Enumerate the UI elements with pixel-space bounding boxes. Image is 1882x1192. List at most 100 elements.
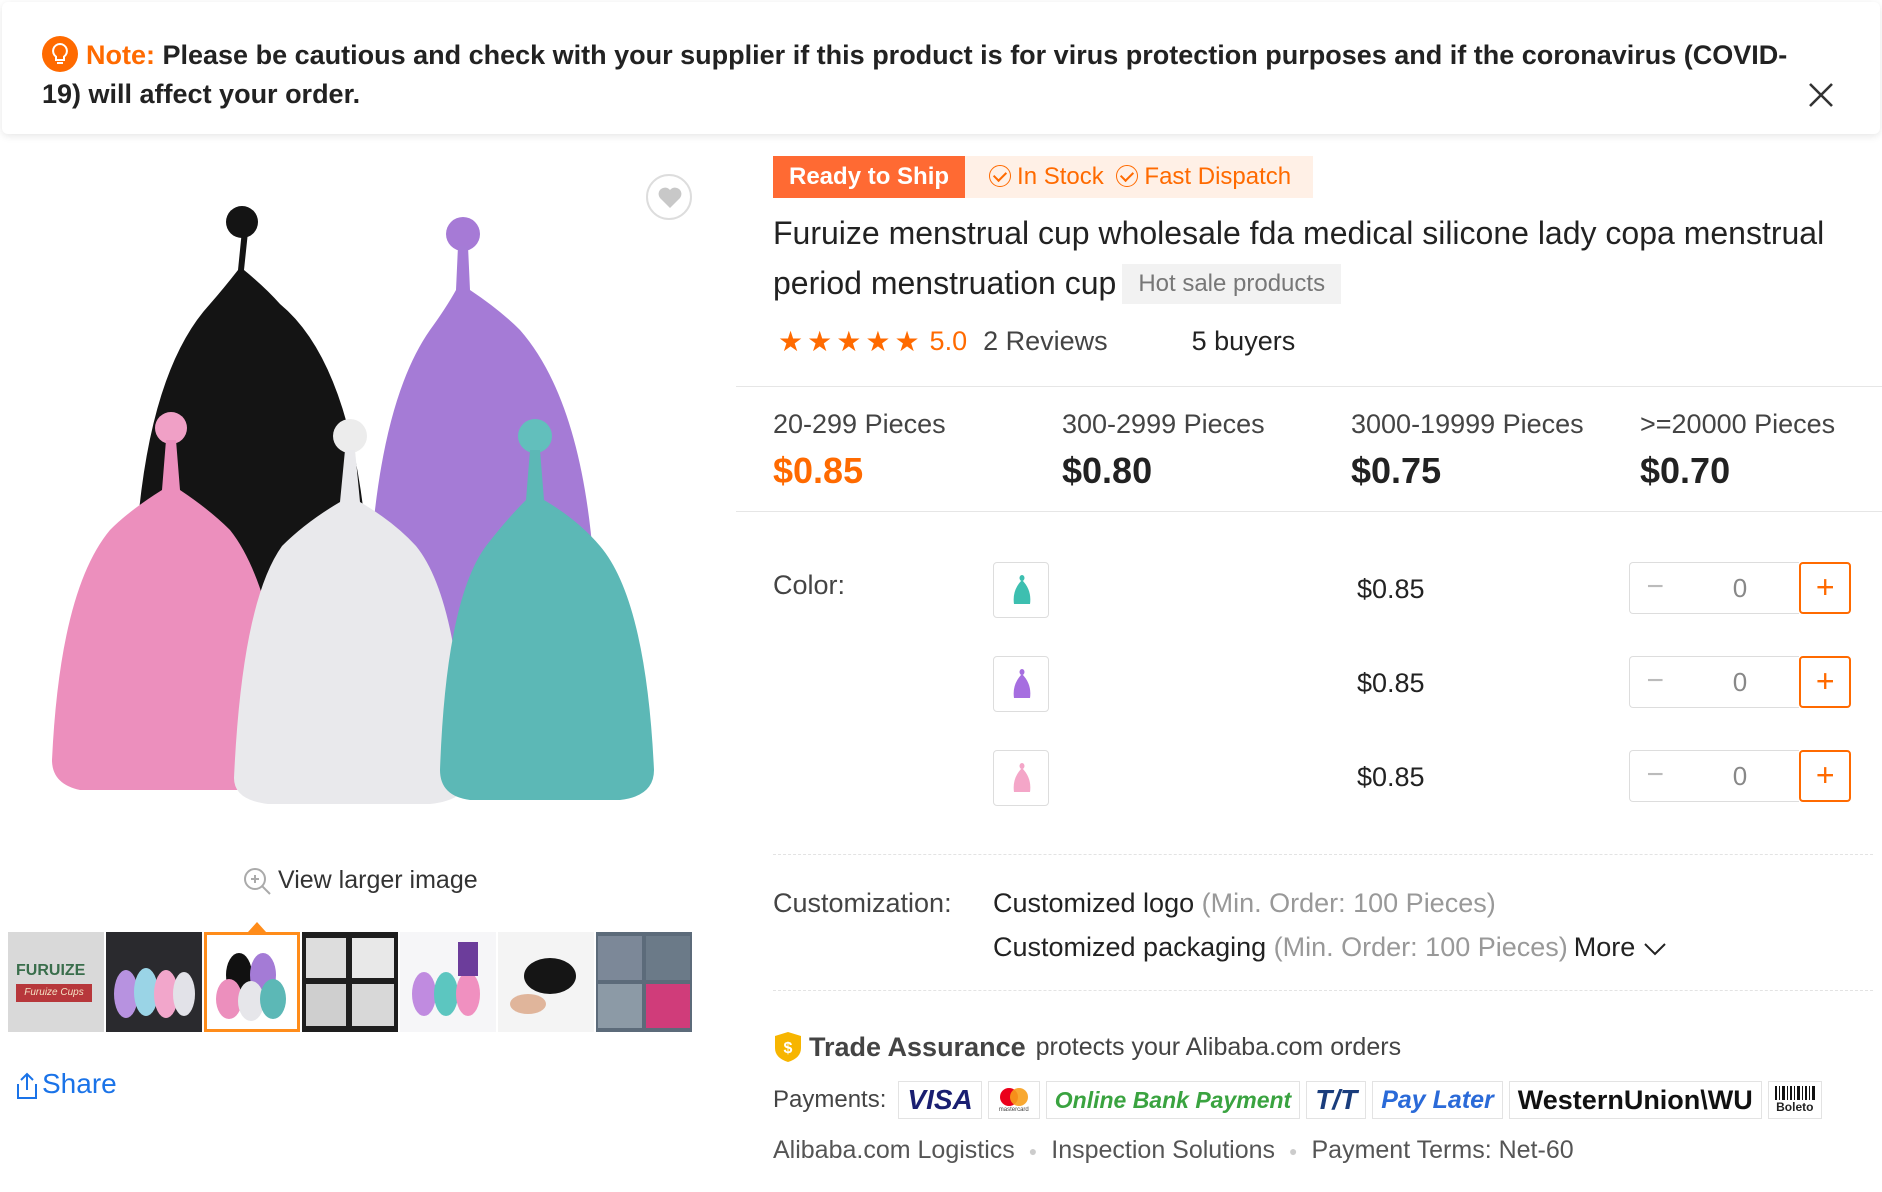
view-larger-link[interactable]: View larger image — [242, 866, 478, 896]
fast-dispatch-label: Fast Dispatch — [1144, 163, 1292, 190]
increase-button[interactable]: + — [1799, 562, 1851, 614]
customization-label: Customization: — [773, 888, 952, 918]
zoom-in-icon — [244, 868, 271, 896]
payment-terms-link[interactable]: Payment Terms: Net-60 — [1312, 1136, 1574, 1165]
custom-logo-option: Customized logo (Min. Order: 100 Pieces) — [993, 888, 1496, 919]
quantity-stepper: − 0 + — [1629, 656, 1851, 708]
western-union-text: WesternUnion\WU — [1517, 1084, 1753, 1115]
more-button[interactable]: More — [1574, 932, 1667, 962]
trade-assurance-text: protects your Alibaba.com orders — [1035, 1032, 1402, 1061]
tier-quantity: 3000-19999 Pieces — [1351, 409, 1584, 439]
svg-text:$: $ — [784, 1040, 793, 1057]
service-links: Alibaba.com Logistics ● Inspection Solut… — [773, 1136, 1574, 1165]
custom-logo-min-order: (Min. Order: 100 Pieces) — [1194, 888, 1496, 918]
quantity-stepper: − 0 + — [1629, 750, 1851, 802]
tier-price: $0.80 — [1062, 450, 1153, 491]
main-product-image[interactable] — [30, 170, 710, 850]
share-button[interactable]: Share — [14, 1068, 117, 1100]
star-icon: ★ — [894, 325, 920, 357]
visa-text: VISA — [907, 1084, 973, 1115]
thumbnail-strip: FURUIZE Furuize Cups — [8, 932, 704, 1034]
star-icon: ★ — [836, 325, 862, 357]
variant-row: $0.85 − 0 + — [993, 562, 1873, 618]
mastercard-text: mastercard — [998, 1107, 1029, 1113]
ready-to-ship-badge: Ready to Ship — [773, 156, 966, 198]
note-message: Please be cautious and check with your s… — [42, 40, 1788, 109]
divider — [773, 854, 1873, 855]
divider — [773, 990, 1873, 991]
close-icon[interactable] — [1806, 80, 1836, 110]
thumbnail-2[interactable] — [106, 932, 202, 1032]
tier-quantity: 300-2999 Pieces — [1062, 409, 1265, 439]
tier-quantity: 20-299 Pieces — [773, 409, 946, 439]
favorite-button[interactable] — [646, 174, 692, 220]
thumbnail-pointer — [248, 922, 266, 932]
share-label: Share — [42, 1068, 117, 1099]
separator-dot: ● — [1028, 1142, 1038, 1159]
view-larger-label: View larger image — [278, 866, 478, 894]
hot-sale-tag[interactable]: Hot sale products — [1122, 263, 1342, 304]
thumbnail-3[interactable] — [204, 932, 300, 1032]
quantity-input[interactable]: 0 — [1680, 750, 1800, 802]
note-label: Note: — [86, 40, 155, 70]
tier-price: $0.85 — [773, 450, 864, 491]
payments-label: Payments: — [773, 1086, 887, 1113]
shipping-badges: Ready to Ship In Stock Fast Dispatch — [773, 156, 1314, 198]
thumbnail-4[interactable] — [302, 932, 398, 1032]
quantity-input[interactable]: 0 — [1680, 656, 1800, 708]
check-circle-icon — [989, 164, 1012, 187]
tier-quantity: >=20000 Pieces — [1640, 409, 1836, 439]
price-tier: 20-299 Pieces $0.85 — [773, 409, 946, 492]
variant-row: $0.85 − 0 + — [993, 750, 1873, 806]
more-label: More — [1573, 932, 1636, 962]
online-bank-payment-text: Online Bank Payment — [1054, 1086, 1292, 1113]
in-stock-label: In Stock — [1017, 163, 1104, 190]
boleto-logo: Boleto — [1767, 1081, 1822, 1119]
chevron-down-icon — [1644, 943, 1666, 956]
increase-button[interactable]: + — [1799, 750, 1851, 802]
variant-price: $0.85 — [1357, 574, 1425, 604]
western-union-logo: WesternUnion\WU — [1508, 1081, 1762, 1119]
product-title: Furuize menstrual cup wholesale fda medi… — [773, 208, 1863, 308]
lightbulb-icon — [42, 35, 78, 72]
increase-button[interactable]: + — [1799, 656, 1851, 708]
star-icon: ★ — [807, 325, 833, 357]
variant-price: $0.85 — [1357, 668, 1425, 698]
thumbnail-brand-sub: Furuize Cups — [16, 984, 92, 1002]
check-circle-icon — [1116, 164, 1139, 187]
quantity-input[interactable]: 0 — [1680, 562, 1800, 614]
thumbnail-6[interactable] — [498, 932, 594, 1032]
custom-packaging-label: Customized packaging — [993, 932, 1267, 962]
reviews-link[interactable]: 2 Reviews — [983, 326, 1108, 357]
inspection-link[interactable]: Inspection Solutions — [1051, 1136, 1275, 1165]
thumbnail-brand: FURUIZE — [16, 962, 86, 979]
tt-text: T/T — [1315, 1084, 1358, 1115]
star-rating: ★ ★ ★ ★ ★ — [778, 325, 920, 357]
decrease-button[interactable]: − — [1629, 656, 1681, 708]
price-tier: >=20000 Pieces $0.70 — [1640, 409, 1835, 492]
price-tiers: 20-299 Pieces $0.85 300-2999 Pieces $0.8… — [736, 386, 1882, 512]
buyers-count: 5 buyers — [1191, 326, 1296, 356]
tt-logo: T/T — [1306, 1081, 1367, 1119]
decrease-button[interactable]: − — [1629, 562, 1681, 614]
color-swatch-pink[interactable] — [993, 750, 1049, 806]
decrease-button[interactable]: − — [1629, 750, 1681, 802]
notice-text: Note: Please be cautious and check with … — [42, 35, 1802, 113]
thumbnail-7[interactable] — [596, 932, 692, 1032]
thumbnail-1[interactable]: FURUIZE Furuize Cups — [8, 932, 104, 1032]
trade-assurance-title[interactable]: Trade Assurance — [809, 1032, 1026, 1063]
logistics-link[interactable]: Alibaba.com Logistics — [773, 1136, 1015, 1165]
pay-later-text: Pay Later — [1381, 1085, 1494, 1114]
variant-row: $0.85 − 0 + — [993, 656, 1873, 712]
color-swatch-teal[interactable] — [993, 562, 1049, 618]
online-bank-payment-logo: Online Bank Payment — [1045, 1081, 1301, 1119]
boleto-text: Boleto — [1776, 1100, 1814, 1114]
pay-later-logo: Pay Later — [1372, 1081, 1503, 1119]
color-swatch-purple[interactable] — [993, 656, 1049, 712]
visa-logo: VISA — [898, 1081, 982, 1119]
stock-badge: In Stock Fast Dispatch — [965, 156, 1314, 198]
rating-row: ★ ★ ★ ★ ★ 5.0 2 Reviews 5 buyers — [778, 326, 1295, 357]
tier-price: $0.75 — [1351, 450, 1442, 491]
trade-assurance-row: $ Trade Assurance protects your Alibaba.… — [773, 1030, 1401, 1064]
thumbnail-5[interactable] — [400, 932, 496, 1032]
